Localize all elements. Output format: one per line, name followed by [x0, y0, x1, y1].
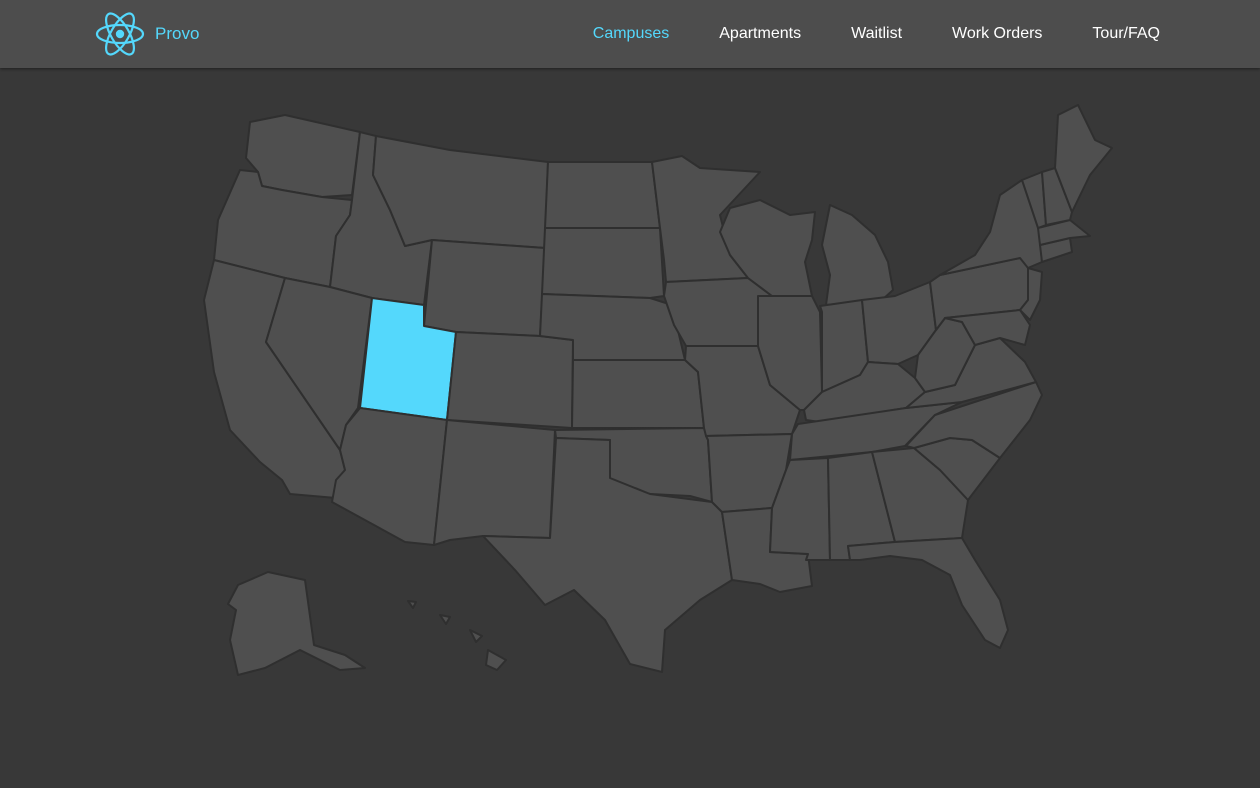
- state-wyoming[interactable]: [423, 239, 546, 337]
- state-washington[interactable]: [245, 114, 361, 198]
- state-arizona[interactable]: [331, 407, 448, 546]
- state-hawaii-oahu[interactable]: [439, 614, 451, 625]
- state-michigan[interactable]: [821, 204, 894, 306]
- state-north-dakota[interactable]: [544, 161, 661, 229]
- state-iowa[interactable]: [663, 277, 773, 347]
- state-south-dakota[interactable]: [541, 227, 665, 299]
- state-colorado[interactable]: [446, 331, 574, 429]
- state-new-mexico[interactable]: [433, 419, 556, 546]
- state-montana[interactable]: [372, 135, 549, 249]
- us-states-map: [203, 104, 1113, 676]
- state-hawaii-maui[interactable]: [469, 629, 483, 643]
- state-hawaii[interactable]: [485, 649, 507, 671]
- state-kansas[interactable]: [571, 359, 705, 429]
- state-florida[interactable]: [847, 537, 1009, 649]
- state-alaska[interactable]: [227, 571, 366, 676]
- state-hawaii-kauai[interactable]: [407, 600, 417, 609]
